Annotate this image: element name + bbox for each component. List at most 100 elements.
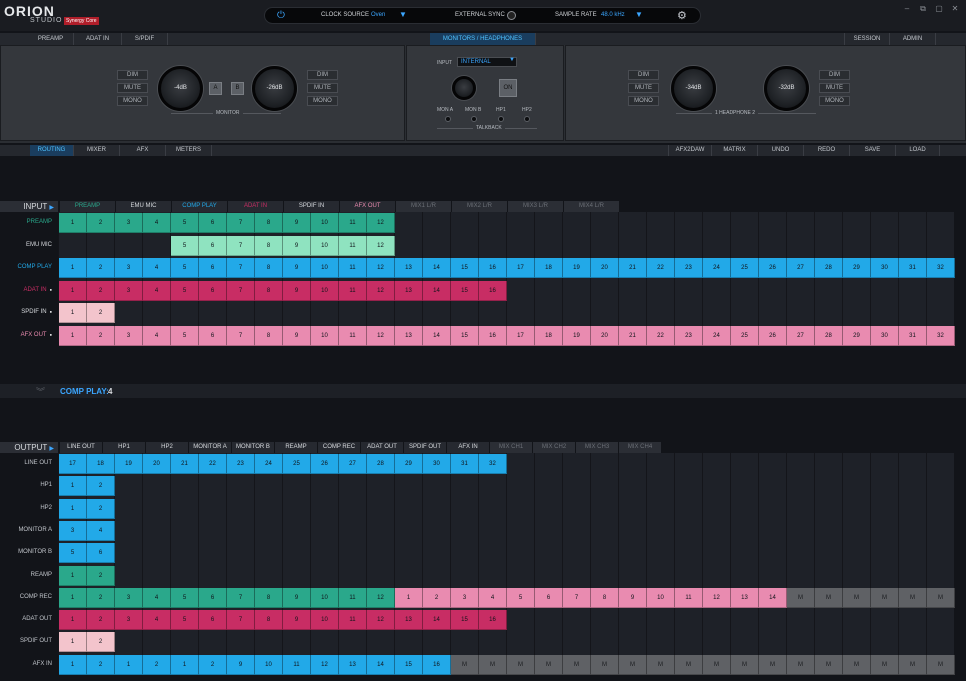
output-cell[interactable]: M: [759, 654, 787, 675]
tab-spdif[interactable]: S/PDIF: [122, 33, 168, 45]
input-cell[interactable]: 9: [283, 258, 311, 278]
headphone-dim-button[interactable]: DIM: [628, 70, 659, 80]
output-cell[interactable]: 25: [283, 454, 311, 474]
input-cell[interactable]: 31: [899, 325, 927, 346]
input-cell[interactable]: 17: [507, 325, 535, 346]
output-cell[interactable]: 4: [143, 587, 171, 608]
output-cell[interactable]: 5: [59, 543, 87, 564]
headphone-1-knob[interactable]: -34dB: [671, 66, 716, 111]
input-cell[interactable]: 4: [143, 258, 171, 278]
tab-mixer[interactable]: MIXER: [74, 145, 120, 156]
input-cell[interactable]: 32: [927, 258, 955, 278]
output-cell[interactable]: 11: [339, 587, 367, 608]
talkback-hp2-toggle[interactable]: [524, 116, 530, 122]
input-group-comp-play[interactable]: COMP PLAY: [172, 201, 228, 212]
input-cell[interactable]: 2: [87, 325, 115, 346]
monitor-a-knob[interactable]: -4dB: [158, 66, 203, 111]
output-cell[interactable]: 11: [339, 610, 367, 631]
input-cell[interactable]: 12: [367, 280, 395, 301]
talkback-hp1-toggle[interactable]: [498, 116, 504, 122]
input-cell[interactable]: 2: [87, 303, 115, 323]
output-cell[interactable]: 1: [59, 632, 87, 653]
output-cell[interactable]: 13: [395, 610, 423, 631]
output-cell[interactable]: 18: [87, 454, 115, 474]
input-cell[interactable]: 5: [171, 213, 199, 233]
input-cell[interactable]: 20: [591, 325, 619, 346]
input-cell[interactable]: 28: [815, 325, 843, 346]
output-cell[interactable]: M: [843, 587, 871, 608]
input-cell[interactable]: 8: [255, 213, 283, 233]
input-group-adat-in[interactable]: ADAT IN: [228, 201, 284, 212]
input-cell[interactable]: 31: [899, 258, 927, 278]
output-cell[interactable]: 23: [227, 454, 255, 474]
redo-button[interactable]: REDO: [804, 145, 850, 156]
output-cell[interactable]: M: [787, 587, 815, 608]
input-cell[interactable]: 11: [339, 280, 367, 301]
output-cell[interactable]: M: [535, 654, 563, 675]
gear-icon[interactable]: ⚙: [677, 9, 687, 22]
output-group-monitor-b[interactable]: MONITOR B: [232, 442, 275, 453]
output-cell[interactable]: 12: [703, 587, 731, 608]
external-sync-toggle[interactable]: [507, 11, 516, 20]
output-cell[interactable]: 2: [87, 565, 115, 586]
headphone-mono-button[interactable]: MONO: [628, 96, 659, 106]
output-group-line-out[interactable]: LINE OUT: [60, 442, 103, 453]
input-group-mix4-l-r[interactable]: MIX4 L/R: [564, 201, 620, 212]
input-cell[interactable]: 21: [619, 258, 647, 278]
input-cell[interactable]: 7: [227, 235, 255, 256]
output-cell[interactable]: 27: [339, 454, 367, 474]
input-group-preamp[interactable]: PREAMP: [60, 201, 116, 212]
monitor-mute-button[interactable]: MUTE: [117, 83, 148, 93]
input-cell[interactable]: 10: [311, 280, 339, 301]
input-cell[interactable]: 6: [199, 325, 227, 346]
output-cell[interactable]: 1: [59, 587, 87, 608]
output-cell[interactable]: 7: [227, 610, 255, 631]
output-cell[interactable]: 1: [115, 654, 143, 675]
output-cell[interactable]: 19: [115, 454, 143, 474]
chevron-down-icon[interactable]: ▼: [635, 10, 643, 19]
input-cell[interactable]: 16: [479, 258, 507, 278]
input-cell[interactable]: 14: [423, 258, 451, 278]
monitor-mono-button[interactable]: MONO: [117, 96, 148, 106]
input-cell[interactable]: 11: [339, 258, 367, 278]
input-cell[interactable]: 10: [311, 325, 339, 346]
input-group-mix3-l-r[interactable]: MIX3 L/R: [508, 201, 564, 212]
output-cell[interactable]: M: [899, 587, 927, 608]
output-cell[interactable]: 16: [423, 654, 451, 675]
output-cell[interactable]: 1: [395, 587, 423, 608]
output-cell[interactable]: 14: [367, 654, 395, 675]
input-group-spdif-in[interactable]: SPDIF IN: [284, 201, 340, 212]
output-cell[interactable]: 5: [171, 610, 199, 631]
input-cell[interactable]: 29: [843, 325, 871, 346]
output-cell[interactable]: 9: [227, 654, 255, 675]
input-cell[interactable]: 4: [143, 280, 171, 301]
output-cell[interactable]: 2: [87, 498, 115, 519]
output-cell[interactable]: M: [927, 654, 955, 675]
input-cell[interactable]: 7: [227, 258, 255, 278]
output-cell[interactable]: 1: [59, 654, 87, 675]
input-group-afx-out[interactable]: AFX OUT: [340, 201, 396, 212]
input-cell[interactable]: 1: [59, 258, 87, 278]
output-cell[interactable]: 28: [367, 454, 395, 474]
output-cell[interactable]: M: [871, 587, 899, 608]
input-cell[interactable]: 27: [787, 325, 815, 346]
talkback-on-button[interactable]: ON: [499, 79, 517, 97]
save-button[interactable]: SAVE: [850, 145, 896, 156]
output-cell[interactable]: 4: [479, 587, 507, 608]
output-cell[interactable]: M: [451, 654, 479, 675]
monitor-dim-button-2[interactable]: DIM: [307, 70, 338, 80]
output-cell[interactable]: M: [899, 654, 927, 675]
tab-monitors-headphones[interactable]: MONITORS / HEADPHONES: [430, 33, 536, 45]
input-cell[interactable]: 26: [759, 258, 787, 278]
output-group-mix-ch4[interactable]: MIX CH4: [619, 442, 662, 453]
output-cell[interactable]: 14: [759, 587, 787, 608]
output-cell[interactable]: 2: [87, 587, 115, 608]
output-cell[interactable]: 1: [59, 565, 87, 586]
output-cell[interactable]: 10: [311, 610, 339, 631]
output-cell[interactable]: M: [703, 654, 731, 675]
output-cell[interactable]: 5: [171, 587, 199, 608]
restore-icon[interactable]: ⧉: [918, 4, 928, 14]
output-cell[interactable]: M: [731, 654, 759, 675]
input-cell[interactable]: 25: [731, 258, 759, 278]
output-group-mix-ch3[interactable]: MIX CH3: [576, 442, 619, 453]
